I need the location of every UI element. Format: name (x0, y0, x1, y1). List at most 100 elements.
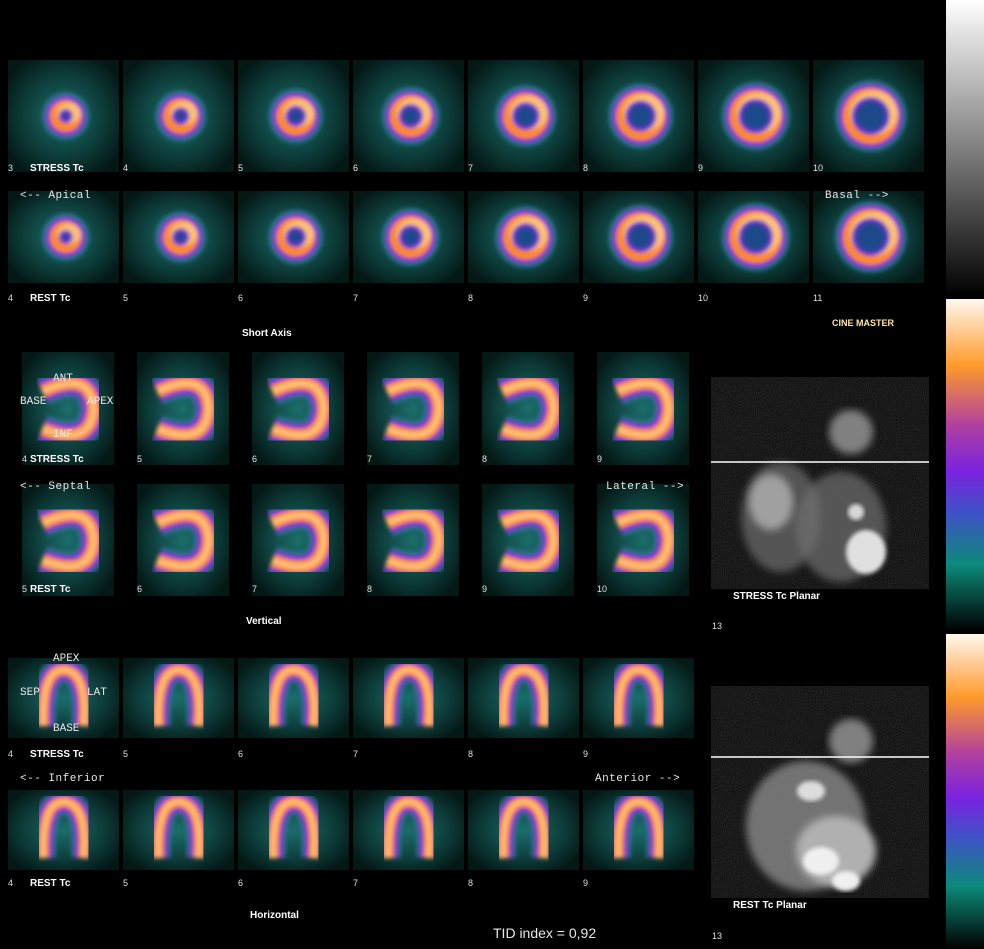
slice-number: 9 (482, 584, 488, 594)
slice-number: 6 (137, 584, 143, 594)
sa-stress-slice[interactable] (238, 60, 349, 172)
sa-stress-slice[interactable] (583, 60, 694, 172)
sa-rest-slice[interactable] (813, 191, 924, 283)
vla-stress-label: STRESS Tc (30, 454, 84, 465)
sa-rest-slice[interactable] (698, 191, 809, 283)
vla-orient-bottom: INF (53, 429, 73, 441)
slice-number: 7 (353, 878, 359, 888)
slice-number: 5 (22, 584, 28, 594)
slice-number: 5 (238, 163, 244, 173)
sa-stress-slice[interactable] (123, 60, 234, 172)
sa-rest-slice[interactable] (123, 191, 234, 283)
stress-planar-number: 13 (712, 621, 723, 631)
vla-orient-right: APEX (87, 396, 114, 408)
slice-number: 9 (583, 749, 589, 759)
slice-number: 8 (367, 584, 373, 594)
hla-stress-slice[interactable] (238, 658, 349, 738)
hla-rest-slice[interactable] (353, 790, 464, 870)
hla-rest-slice[interactable] (8, 790, 119, 870)
vla-stress-slice[interactable] (137, 352, 229, 465)
hla-stress-slice[interactable] (583, 658, 694, 738)
hla-rest-slice[interactable] (583, 790, 694, 870)
sa-right-arrow: Basal --> (825, 190, 889, 202)
sa-rest-slice[interactable] (583, 191, 694, 283)
hla-orient-bottom: BASE (53, 723, 80, 735)
slice-number: 9 (583, 293, 589, 303)
slice-number: 6 (353, 163, 359, 173)
rest-planar-label: REST Tc Planar (733, 900, 807, 911)
hla-left-arrow: <-- Inferior (20, 773, 106, 785)
slice-number: 6 (238, 749, 244, 759)
slice-number: 8 (482, 454, 488, 464)
hla-rest-label: REST Tc (30, 878, 71, 889)
sa-rest-label: REST Tc (30, 293, 71, 304)
vertical-title: Vertical (246, 616, 282, 627)
sa-stress-slice[interactable] (8, 60, 119, 172)
slice-number: 8 (468, 749, 474, 759)
slice-number: 4 (22, 454, 28, 464)
sa-rest-slice[interactable] (8, 191, 119, 283)
vla-rest-slice[interactable] (137, 484, 229, 596)
sa-left-arrow: <-- Apical (20, 190, 92, 202)
vla-right-arrow: Lateral --> (606, 481, 685, 493)
sa-rest-slice[interactable] (238, 191, 349, 283)
stress-colorbar (946, 299, 984, 631)
slice-number: 6 (238, 878, 244, 888)
rest-colorbar (946, 634, 984, 949)
hla-rest-slice[interactable] (123, 790, 234, 870)
slice-number: 10 (698, 293, 709, 303)
slice-number: 7 (353, 749, 359, 759)
rest-planar-image[interactable] (711, 686, 929, 898)
slice-number: 7 (367, 454, 373, 464)
slice-number: 5 (137, 454, 143, 464)
vla-rest-slice[interactable] (597, 484, 689, 596)
vla-stress-slice[interactable] (367, 352, 459, 465)
slice-number: 7 (252, 584, 258, 594)
slice-number: 9 (597, 454, 603, 464)
slice-number: 4 (8, 878, 14, 888)
hla-stress-slice[interactable] (353, 658, 464, 738)
slice-number: 7 (353, 293, 359, 303)
cine-master-label[interactable]: CINE MASTER (832, 318, 894, 328)
vla-stress-slice[interactable] (22, 352, 114, 465)
stress-planar-image[interactable] (711, 377, 929, 589)
hla-stress-slice[interactable] (123, 658, 234, 738)
sa-rest-slice[interactable] (353, 191, 464, 283)
vla-rest-slice[interactable] (482, 484, 574, 596)
slice-number: 5 (123, 878, 129, 888)
vla-rest-slice[interactable] (22, 484, 114, 596)
short-axis-title: Short Axis (242, 328, 292, 339)
sa-stress-slice[interactable] (353, 60, 464, 172)
horizontal-title: Horizontal (250, 910, 299, 921)
sa-stress-slice[interactable] (813, 60, 924, 172)
hla-right-arrow: Anterior --> (595, 773, 681, 785)
sa-stress-slice[interactable] (698, 60, 809, 172)
slice-number: 8 (468, 293, 474, 303)
slice-number: 5 (123, 293, 129, 303)
slice-number: 6 (238, 293, 244, 303)
hla-orient-left: SEP (20, 687, 40, 699)
vla-rest-label: REST Tc (30, 584, 71, 595)
slice-number: 3 (8, 163, 14, 173)
vla-stress-slice[interactable] (482, 352, 574, 465)
hla-stress-slice[interactable] (468, 658, 579, 738)
sa-stress-slice[interactable] (468, 60, 579, 172)
vla-left-arrow: <-- Septal (20, 481, 92, 493)
hla-orient-right: LAT (87, 687, 107, 699)
hla-rest-slice[interactable] (468, 790, 579, 870)
vla-orient-left: BASE (20, 396, 47, 408)
slice-number: 4 (8, 293, 14, 303)
slice-number: 8 (583, 163, 589, 173)
slice-number: 7 (468, 163, 474, 173)
slice-number: 11 (813, 293, 823, 303)
vla-rest-slice[interactable] (367, 484, 459, 596)
sa-rest-slice[interactable] (468, 191, 579, 283)
vla-stress-slice[interactable] (252, 352, 344, 465)
vla-rest-slice[interactable] (252, 484, 344, 596)
hla-rest-slice[interactable] (238, 790, 349, 870)
slice-number: 8 (468, 878, 474, 888)
grayscale-colorbar (946, 0, 984, 296)
slice-number: 9 (583, 878, 589, 888)
vla-stress-slice[interactable] (597, 352, 689, 465)
hla-orient-top: APEX (53, 653, 80, 665)
